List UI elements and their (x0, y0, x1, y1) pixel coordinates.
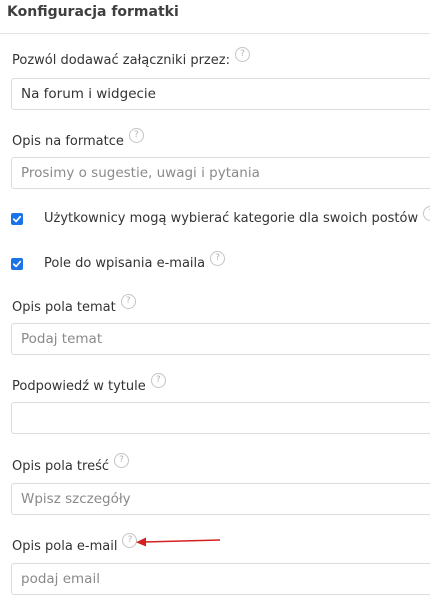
email-label: Opis pola e-mail (12, 539, 118, 554)
help-icon[interactable]: ? (210, 251, 226, 266)
checkmark-icon (12, 260, 22, 267)
content-label: Opis pola treść (12, 459, 109, 474)
form-description-input[interactable] (11, 157, 430, 189)
attachments-label: Pozwól dodawać załączniki przez: (12, 53, 230, 68)
attachments-select[interactable] (11, 78, 430, 110)
form-description-label-row: Opis na formatce ? (12, 128, 144, 149)
subject-label: Opis pola temat (12, 300, 116, 315)
help-icon[interactable]: ? (234, 47, 250, 62)
annotation-arrow-icon (136, 537, 221, 547)
categories-checkbox-label: Użytkownicy mogą wybierać kategorie dla … (44, 211, 419, 226)
content-input[interactable] (11, 483, 430, 515)
categories-checkbox[interactable] (11, 212, 23, 225)
help-icon[interactable]: ? (423, 206, 430, 221)
help-icon[interactable]: ? (128, 128, 144, 143)
email-checkbox-row: Pole do wpisania e-maila ? (11, 251, 226, 271)
subject-input[interactable] (11, 323, 430, 355)
email-checkbox[interactable] (11, 257, 23, 270)
email-checkbox-label: Pole do wpisania e-maila (44, 256, 206, 271)
attachments-label-row: Pozwól dodawać załączniki przez: ? (12, 47, 250, 68)
title-hint-input[interactable] (11, 402, 430, 434)
email-input[interactable] (11, 563, 430, 595)
panel-title: Konfiguracja formatki (7, 4, 179, 20)
content-label-row: Opis pola treść ? (12, 453, 129, 474)
form-description-label: Opis na formatce (12, 134, 124, 149)
help-icon[interactable]: ? (150, 373, 166, 388)
help-icon[interactable]: ? (114, 453, 129, 468)
help-icon[interactable]: ? (120, 294, 136, 309)
email-label-row: Opis pola e-mail ? (12, 533, 138, 554)
form-config-panel: Konfiguracja formatki Pozwól dodawać zał… (0, 0, 430, 598)
title-hint-label: Podpowiedź w tytule (12, 379, 146, 394)
panel-header: Konfiguracja formatki (0, 0, 430, 34)
subject-label-row: Opis pola temat ? (12, 294, 136, 315)
checkmark-icon (12, 215, 22, 222)
categories-checkbox-row: Użytkownicy mogą wybierać kategorie dla … (11, 206, 430, 226)
title-hint-label-row: Podpowiedź w tytule ? (12, 373, 166, 394)
